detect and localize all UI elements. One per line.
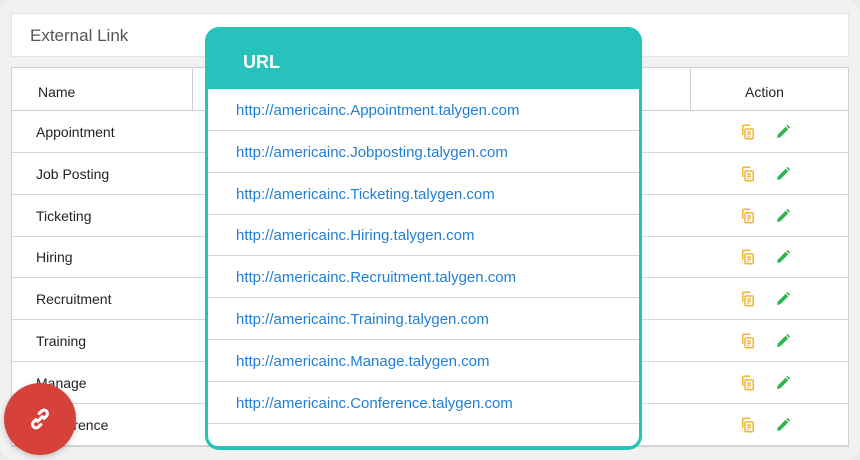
url-link[interactable]: http://americainc.Training.talygen.com xyxy=(236,311,489,328)
column-header-name: Name xyxy=(38,84,76,100)
row-name: Recruitment xyxy=(36,291,112,308)
copy-icon[interactable] xyxy=(739,290,757,308)
url-row: http://americainc.Jobposting.talygen.com xyxy=(208,131,639,173)
copy-icon[interactable] xyxy=(739,123,757,141)
row-name: Hiring xyxy=(36,249,73,266)
column-divider xyxy=(690,68,691,111)
link-fab-button[interactable] xyxy=(4,383,76,455)
url-row: http://americainc.Hiring.talygen.com xyxy=(208,214,639,257)
pencil-icon[interactable] xyxy=(774,416,792,434)
url-link[interactable]: http://americainc.Appointment.talygen.co… xyxy=(236,102,519,119)
url-row: http://americainc.Conference.talygen.com xyxy=(208,382,639,424)
url-row: http://americainc.Appointment.talygen.co… xyxy=(208,89,639,131)
column-divider xyxy=(192,68,193,111)
pencil-icon[interactable] xyxy=(774,374,792,392)
row-name: Training xyxy=(36,333,87,349)
popup-header: URL xyxy=(205,27,642,89)
page-title: External Link xyxy=(30,26,129,45)
url-list: http://americainc.Appointment.talygen.co… xyxy=(208,89,639,446)
row-name: Ticketing xyxy=(36,207,92,224)
url-popup: URL http://americainc.Appointment.talyge… xyxy=(205,27,642,450)
url-link[interactable]: http://americainc.Conference.talygen.com xyxy=(236,395,513,412)
app-frame: External Link Name Action Appointment Job… xyxy=(0,0,860,460)
pencil-icon[interactable] xyxy=(774,290,792,308)
copy-icon[interactable] xyxy=(739,207,757,225)
url-row: http://americainc.Manage.talygen.com xyxy=(208,340,639,382)
url-link[interactable]: http://americainc.Recruitment.talygen.co… xyxy=(236,269,516,286)
url-link[interactable]: http://americainc.Ticketing.talygen.com xyxy=(236,186,495,203)
row-name: Appointment xyxy=(36,124,115,140)
copy-icon[interactable] xyxy=(739,416,757,434)
url-link[interactable]: http://americainc.Manage.talygen.com xyxy=(236,353,489,370)
link-icon xyxy=(31,408,49,430)
url-row: http://americainc.Ticketing.talygen.com xyxy=(208,173,639,215)
pencil-icon[interactable] xyxy=(774,248,792,266)
url-link[interactable]: http://americainc.Hiring.talygen.com xyxy=(236,227,474,244)
pencil-icon[interactable] xyxy=(774,332,792,350)
pencil-icon[interactable] xyxy=(774,207,792,225)
copy-icon[interactable] xyxy=(739,332,757,350)
pencil-icon[interactable] xyxy=(774,123,792,141)
row-name: Job Posting xyxy=(36,165,110,182)
column-header-action: Action xyxy=(745,84,784,100)
url-row: http://americainc.Training.talygen.com xyxy=(208,298,639,340)
pencil-icon[interactable] xyxy=(774,165,792,183)
copy-icon[interactable] xyxy=(739,248,757,266)
url-row: http://americainc.Recruitment.talygen.co… xyxy=(208,256,639,299)
copy-icon[interactable] xyxy=(739,374,757,392)
copy-icon[interactable] xyxy=(739,165,757,183)
popup-title: URL xyxy=(243,52,280,72)
url-link[interactable]: http://americainc.Jobposting.talygen.com xyxy=(236,144,508,161)
